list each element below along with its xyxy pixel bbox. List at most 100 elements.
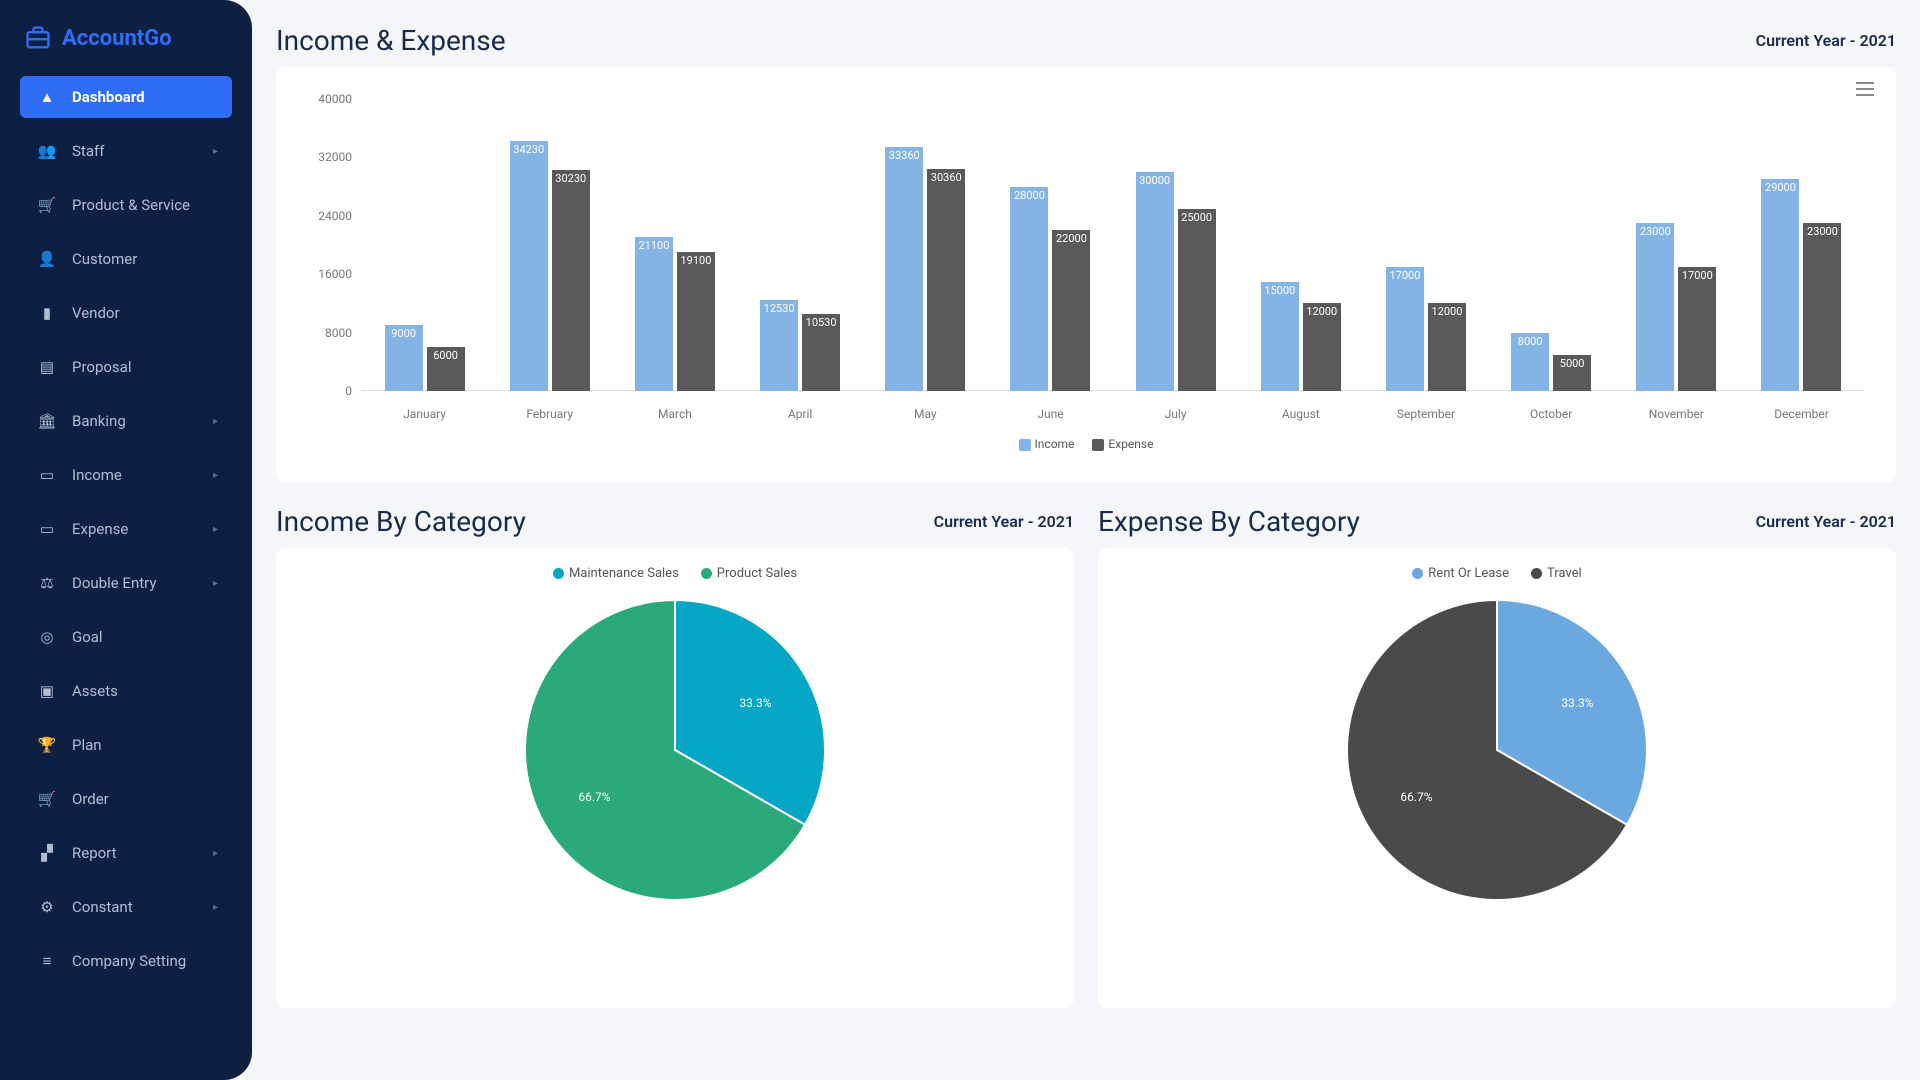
box-icon: ▣ <box>38 682 56 700</box>
bar-value: 23000 <box>1807 225 1838 238</box>
chevron-right-icon: ▸ <box>213 902 218 913</box>
bar-group: 30000 25000 <box>1113 99 1238 391</box>
chevron-right-icon: ▸ <box>213 146 218 157</box>
bar-group: 15000 12000 <box>1238 99 1363 391</box>
sidebar-item-label: Plan <box>72 736 102 754</box>
brand-name: AccountGo <box>62 26 172 51</box>
pie-slice-label: 66.7% <box>1400 790 1432 804</box>
bar-value: 10530 <box>806 316 837 329</box>
bar-legend: Income Expense <box>298 437 1874 451</box>
section-note: Current Year - 2021 <box>1756 31 1896 50</box>
bar-value: 12000 <box>1306 305 1337 318</box>
bar-value: 19100 <box>680 254 711 267</box>
cart-icon: 🛒 <box>38 790 56 808</box>
brand: AccountGo <box>0 24 252 76</box>
file-icon: ▮ <box>38 304 56 322</box>
legend-swatch <box>1092 439 1104 451</box>
bar-group: 3423030230 <box>487 99 612 391</box>
y-tick: 0 <box>345 384 352 398</box>
chevron-right-icon: ▸ <box>213 578 218 589</box>
legend-item: Income <box>1019 437 1075 451</box>
sidebar-item-label: Double Entry <box>72 574 156 592</box>
sidebar-item-staff[interactable]: 👥 Staff ▸ <box>20 130 232 172</box>
income-expense-card: 0800016000240003200040000900060003423030… <box>276 67 1896 483</box>
sidebar-item-company-setting[interactable]: ≡Company Setting <box>20 940 232 982</box>
chart-icon: ▞ <box>38 844 56 862</box>
bar-value: 21100 <box>638 239 669 252</box>
bar-value: 23000 <box>1640 225 1671 238</box>
bar-income: 12530 <box>760 300 798 391</box>
sidebar-item-vendor[interactable]: ▮Vendor <box>20 292 232 334</box>
sidebar-item-order[interactable]: 🛒 Order <box>20 778 232 820</box>
sidebar-item-dashboard[interactable]: ▲Dashboard <box>20 76 232 118</box>
bar-income: 29000 <box>1761 179 1799 391</box>
trophy-icon: 🏆 <box>38 736 56 754</box>
y-tick: 32000 <box>318 150 352 164</box>
legend-swatch <box>1019 439 1031 451</box>
pie-legend: Rent Or LeaseTravel <box>1120 566 1874 581</box>
sidebar-item-report[interactable]: ▞Report▸ <box>20 832 232 874</box>
section-title: Expense By Category <box>1098 505 1360 538</box>
bar-value: 17000 <box>1389 269 1420 282</box>
bar-group: 21100 19100 <box>612 99 737 391</box>
sidebar-item-product-service[interactable]: 🛒Product & Service <box>20 184 232 226</box>
person-icon: 👤 <box>38 250 56 268</box>
bar-income: 15000 <box>1261 282 1299 392</box>
legend-swatch <box>1412 568 1423 579</box>
chevron-right-icon: ▸ <box>213 524 218 535</box>
bar-income: 17000 <box>1386 267 1424 391</box>
sidebar-item-income[interactable]: ▭Income▸ <box>20 454 232 496</box>
bar-income: 21100 <box>635 237 673 391</box>
sidebar-item-double-entry[interactable]: ⚖Double Entry▸ <box>20 562 232 604</box>
bar-value: 34230 <box>513 143 544 156</box>
x-tick: February <box>487 407 612 421</box>
sidebar-item-constant[interactable]: ⚙Constant▸ <box>20 886 232 928</box>
legend-swatch <box>1531 568 1542 579</box>
section-title: Income By Category <box>276 505 526 538</box>
bar-expense: 5000 <box>1553 355 1591 392</box>
sidebar-item-banking[interactable]: 🏛Banking▸ <box>20 400 232 442</box>
sidebar-item-label: Staff <box>72 142 104 160</box>
chevron-right-icon: ▸ <box>213 848 218 859</box>
sidebar-item-proposal[interactable]: ▤Proposal <box>20 346 232 388</box>
sidebar-item-customer[interactable]: 👤Customer <box>20 238 232 280</box>
bar-income: 34230 <box>510 141 548 391</box>
bar-income: 23000 <box>1636 223 1674 391</box>
briefcase-icon <box>24 24 52 52</box>
bar-income: 33360 <box>885 147 923 391</box>
sidebar-item-assets[interactable]: ▣Assets <box>20 670 232 712</box>
bar-expense: 25000 <box>1178 209 1216 392</box>
pie-slice-label: 66.7% <box>578 790 610 804</box>
bar-group: 29000 23000 <box>1739 99 1864 391</box>
legend-swatch <box>553 568 564 579</box>
sidebar-item-plan[interactable]: 🏆 Plan <box>20 724 232 766</box>
cart-icon: 🛒 <box>38 196 56 214</box>
bar-value: 8000 <box>1518 335 1543 348</box>
x-tick: April <box>738 407 863 421</box>
bar-value: 30000 <box>1139 174 1170 187</box>
users-icon: 👥 <box>38 142 56 160</box>
bar-value: 17000 <box>1682 269 1713 282</box>
legend-item: Rent Or Lease <box>1412 566 1509 581</box>
income-by-category-card: Maintenance SalesProduct Sales 33.3%66.7… <box>276 548 1074 1008</box>
bank-icon: 🏛 <box>38 412 56 430</box>
bar-value: 28000 <box>1014 189 1045 202</box>
target-icon: ◎ <box>38 628 56 646</box>
x-tick: September <box>1363 407 1488 421</box>
bar-value: 9000 <box>391 327 416 340</box>
nav: ▲Dashboard 👥 Staff ▸ 🛒Product & Service 👤Cust… <box>0 76 252 1056</box>
chevron-right-icon: ▸ <box>213 416 218 427</box>
sidebar-item-label: Order <box>72 790 109 808</box>
sidebar-item-expense[interactable]: ▭Expense▸ <box>20 508 232 550</box>
legend-item: Expense <box>1092 437 1153 451</box>
bar-expense: 12000 <box>1428 303 1466 391</box>
main: Income & Expense Current Year - 2021 080… <box>252 0 1920 1080</box>
legend-item: Product Sales <box>701 566 797 581</box>
bar-expense: 22000 <box>1052 230 1090 391</box>
legend-item: Maintenance Sales <box>553 566 679 581</box>
sidebar-item-goal[interactable]: ◎Goal <box>20 616 232 658</box>
section-header-income-cat: Income By Category Current Year - 2021 <box>276 505 1074 538</box>
sidebar-item-label: Company Setting <box>72 952 186 970</box>
expense-pie-chart: 33.3%66.7% <box>1342 595 1652 905</box>
bar-value: 29000 <box>1765 181 1796 194</box>
